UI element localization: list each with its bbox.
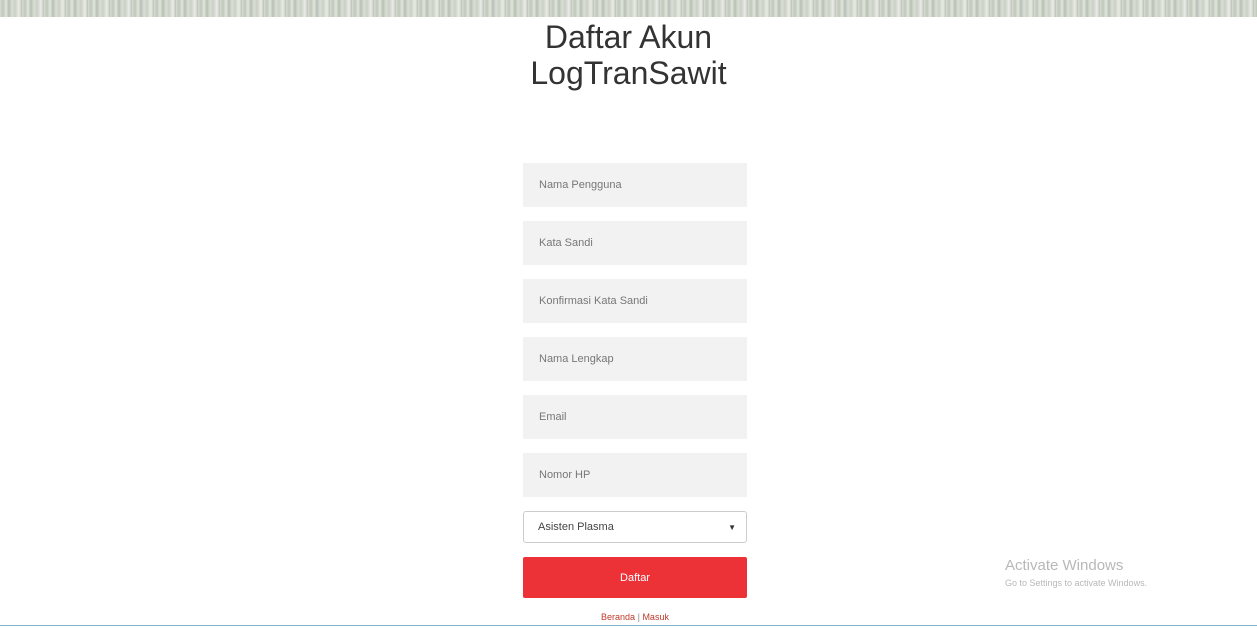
footer-links: Beranda | Masuk [523, 612, 747, 622]
chevron-down-icon: ▼ [728, 522, 736, 532]
page-title-line1: Daftar Akun [544, 19, 713, 55]
background-image-strip [0, 0, 1257, 17]
password-input[interactable] [523, 221, 747, 265]
email-input[interactable] [523, 395, 747, 439]
confirm-password-input[interactable] [523, 279, 747, 323]
watermark-title: Activate Windows [1005, 557, 1124, 574]
watermark-subtitle: Go to Settings to activate Windows. [1005, 578, 1148, 588]
phone-input[interactable] [523, 453, 747, 497]
register-button[interactable]: Daftar [523, 557, 747, 598]
login-link[interactable]: Masuk [642, 612, 669, 622]
role-select-value: Asisten Plasma [538, 521, 614, 533]
username-input[interactable] [523, 163, 747, 207]
full-name-input[interactable] [523, 337, 747, 381]
page-title-line2: LogTranSawit [530, 55, 727, 91]
register-page: Daftar Akun LogTranSawit Asisten Plasma … [0, 0, 1257, 628]
activate-windows-watermark: Activate Windows Go to Settings to activ… [1005, 556, 1147, 590]
role-select[interactable]: Asisten Plasma ▼ [523, 511, 747, 543]
home-link[interactable]: Beranda [601, 612, 635, 622]
bottom-divider [0, 625, 1257, 626]
link-separator: | [637, 612, 640, 622]
